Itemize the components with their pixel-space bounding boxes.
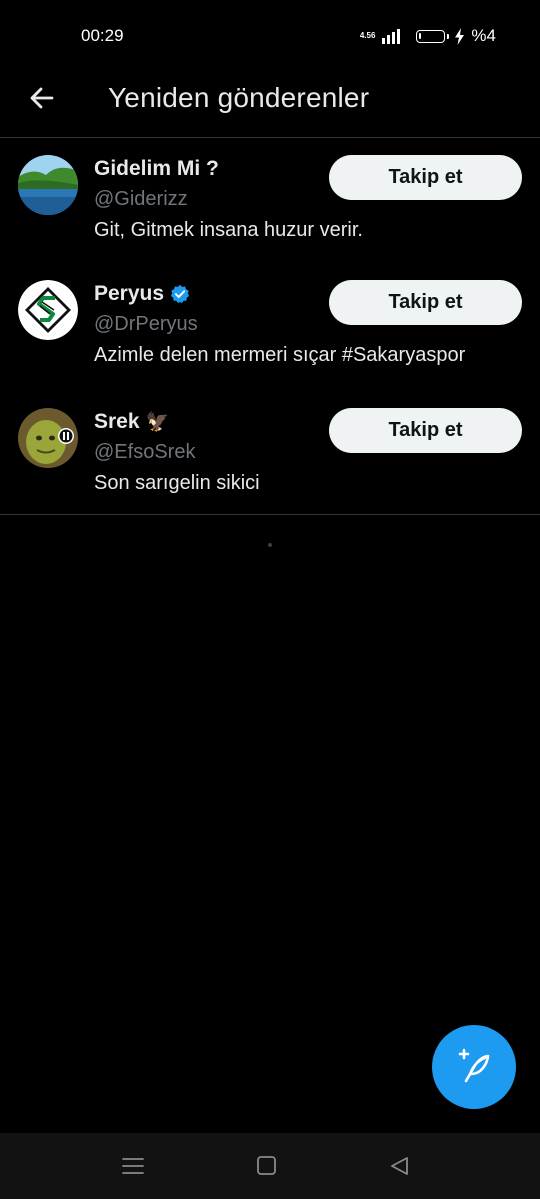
recents-icon [122, 1158, 144, 1174]
avatar[interactable] [18, 280, 78, 340]
back-button[interactable] [24, 80, 60, 116]
avatar[interactable] [18, 408, 78, 468]
recents-button[interactable] [120, 1153, 146, 1179]
status-time: 00:29 [81, 26, 124, 45]
name-line: Peryus [94, 282, 190, 306]
battery-icon [416, 29, 450, 43]
verified-badge-icon [170, 284, 190, 304]
avatar-logo-image [18, 280, 78, 340]
signal-icon [382, 28, 401, 44]
loading-dot [268, 543, 272, 547]
list-item[interactable]: Srek 🦅 @EfsoSrek Son sarıgelin sikici Ta… [0, 408, 540, 508]
back-nav-button[interactable] [387, 1153, 413, 1179]
status-icons: 4.56 %4 [360, 26, 496, 46]
page-title: Yeniden gönderenler [108, 82, 370, 113]
display-name: Gidelim Mi ? [94, 157, 219, 180]
avatar-landscape-image [18, 155, 78, 215]
list-item[interactable]: Peryus @DrPeryus Azimle delen mermeri sı… [0, 280, 540, 380]
screen: 00:29 4.56 %4 Yeniden gönderenler Gideli… [0, 0, 540, 1199]
user-handle: @EfsoSrek [94, 441, 196, 463]
follow-button[interactable]: Takip et [329, 155, 522, 200]
compose-button[interactable] [432, 1025, 516, 1109]
system-nav-bar [0, 1133, 540, 1199]
charging-icon [455, 27, 465, 45]
user-bio: Son sarıgelin sikici [94, 472, 260, 494]
compose-feather-icon [458, 1048, 490, 1083]
avatar-character-image [18, 408, 78, 468]
home-button[interactable] [254, 1153, 280, 1179]
name-line: Srek 🦅 [94, 410, 169, 434]
user-bio: Azimle delen mermeri sıçar #Sakaryaspor [94, 344, 466, 366]
header: Yeniden gönderenler [0, 72, 540, 138]
back-icon [391, 1157, 408, 1175]
arrow-left-icon [30, 87, 54, 109]
battery-percent: %4 [471, 26, 496, 45]
eagle-emoji-icon: 🦅 [145, 412, 170, 433]
list-item[interactable]: Gidelim Mi ? @Giderizz Git, Gitmek insan… [0, 155, 540, 255]
user-bio: Git, Gitmek insana huzur verir. [94, 219, 363, 241]
avatar[interactable] [18, 155, 78, 215]
follow-button[interactable]: Takip et [329, 408, 522, 453]
list-divider [0, 514, 540, 515]
follow-button[interactable]: Takip et [329, 280, 522, 325]
display-name: Srek [94, 410, 140, 433]
user-handle: @Giderizz [94, 188, 188, 210]
display-name: Peryus [94, 282, 165, 305]
user-handle: @DrPeryus [94, 313, 198, 335]
network-speed: 4.56 [359, 31, 376, 40]
name-line: Gidelim Mi ? [94, 157, 219, 181]
status-bar: 00:29 4.56 %4 [0, 0, 540, 72]
home-icon [257, 1156, 276, 1175]
